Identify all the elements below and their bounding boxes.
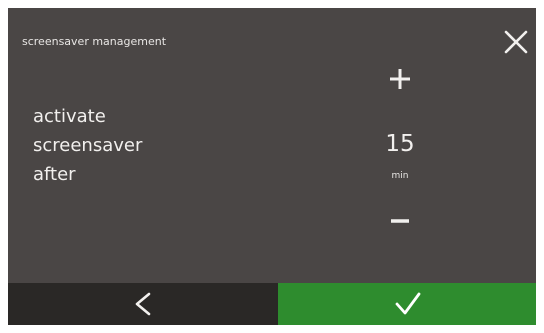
- plus-icon: [390, 69, 410, 89]
- setting-label-line: after: [33, 164, 76, 185]
- confirm-button[interactable]: [278, 283, 536, 325]
- page-title: screensaver management: [22, 35, 167, 48]
- close-button[interactable]: [503, 29, 529, 55]
- setting-value: 15: [385, 131, 415, 157]
- setting-label-line: activate: [33, 106, 106, 127]
- minus-icon: [391, 219, 409, 223]
- screen: screensaver management activate screensa…: [8, 8, 536, 325]
- setting-unit: min: [391, 171, 409, 181]
- checkmark-icon: [395, 292, 421, 315]
- increase-button[interactable]: [383, 62, 417, 96]
- back-button[interactable]: [8, 283, 278, 325]
- chevron-left-icon: [135, 292, 151, 316]
- bottom-bar: [8, 283, 536, 325]
- setting-label-line: screensaver: [33, 135, 143, 156]
- close-icon: [504, 30, 528, 54]
- decrease-button[interactable]: [383, 204, 417, 238]
- setting-label: activate screensaver after: [33, 102, 142, 189]
